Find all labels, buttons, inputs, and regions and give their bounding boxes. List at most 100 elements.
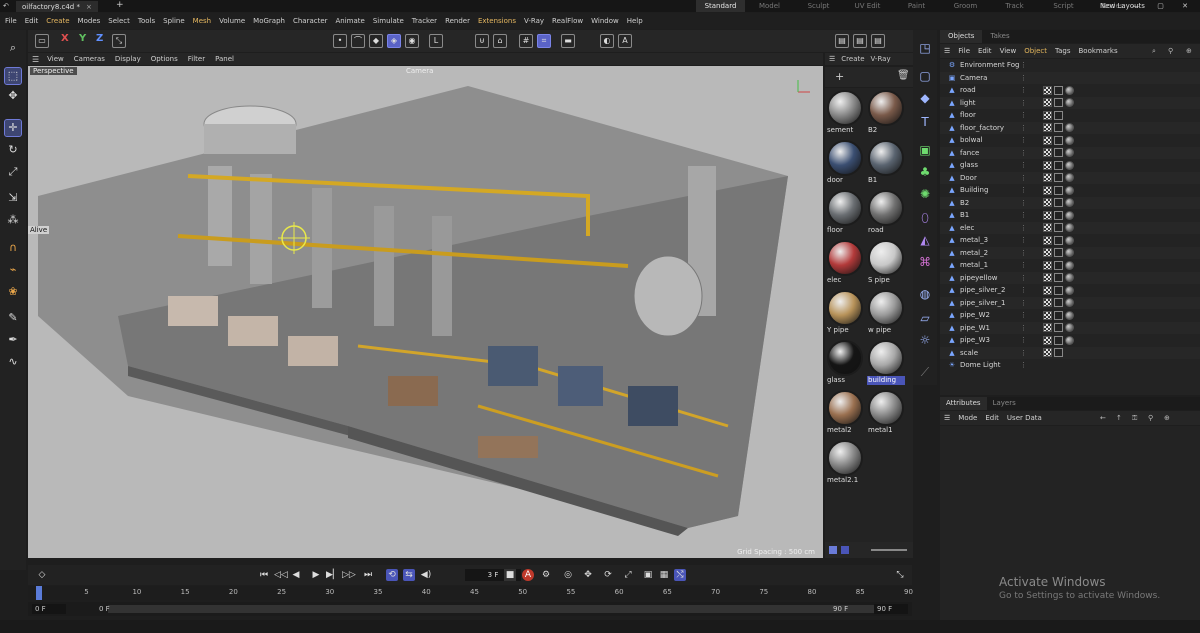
viewport-label[interactable]: Perspective — [30, 67, 77, 75]
vray-icon[interactable]: A — [618, 34, 632, 48]
material-tag-icon[interactable] — [1065, 148, 1074, 158]
menu-select[interactable]: Select — [108, 17, 130, 25]
key-param-icon[interactable]: ▣ — [642, 569, 654, 581]
attributes-filter-icon[interactable]: ⚲ — [1148, 414, 1153, 422]
material-tag-icon[interactable] — [1065, 160, 1074, 170]
attributes-hamburger-icon[interactable]: ☰ — [944, 414, 950, 422]
next-key-icon[interactable]: ▷▷ — [342, 569, 356, 581]
object-row[interactable]: ▲ Building ⋮ — [940, 184, 1200, 197]
snap-toggle-icon[interactable]: ⌗ — [537, 34, 551, 48]
uv-tag-icon[interactable] — [1054, 323, 1063, 333]
model-mode-icon[interactable]: ◈ — [387, 34, 401, 48]
visibility-dots-icon[interactable]: ⋮ — [1020, 224, 1028, 232]
material-swatch[interactable]: elec — [826, 240, 864, 285]
material-tag-icon[interactable] — [1065, 298, 1074, 308]
layout-tab[interactable]: Track — [990, 0, 1039, 12]
menu-mesh[interactable]: Mesh — [193, 17, 211, 25]
range-slider[interactable]: 0 F 90 F — [99, 605, 880, 613]
material-tag-icon[interactable] — [1065, 235, 1074, 245]
uv-tag-icon[interactable] — [1054, 173, 1063, 183]
point-mode-icon[interactable]: • — [333, 34, 347, 48]
object-row[interactable]: ▣ Camera ⋮ — [940, 71, 1200, 84]
object-row[interactable]: ▲ road ⋮ — [940, 84, 1200, 97]
visibility-dots-icon[interactable]: ⋮ — [1020, 211, 1028, 219]
axis-z-toggle[interactable]: Z — [96, 33, 103, 44]
object-row[interactable]: ▲ light ⋮ — [940, 96, 1200, 109]
record-stop-icon[interactable]: ■ — [504, 569, 516, 581]
text-icon[interactable]: T — [917, 114, 933, 130]
visibility-dots-icon[interactable]: ⋮ — [1020, 61, 1028, 69]
uv-tag-icon[interactable] — [1054, 123, 1063, 133]
objects-menu-bookmarks[interactable]: Bookmarks — [1079, 47, 1118, 55]
next-frame-icon[interactable]: ▶▏ — [326, 569, 340, 581]
menu-simulate[interactable]: Simulate — [373, 17, 404, 25]
play-icon[interactable]: ▶ — [310, 569, 322, 581]
timeline-scale-icon[interactable]: ⤡ — [894, 569, 906, 581]
menu-animate[interactable]: Animate — [336, 17, 365, 25]
object-mode-icon[interactable]: ◉ — [405, 34, 419, 48]
uv-tag-icon[interactable] — [1054, 198, 1063, 208]
material-tag-icon[interactable] — [1065, 223, 1074, 233]
window-controls[interactable]: — ▢ ✕ — [1132, 0, 1196, 12]
phong-tag-icon[interactable] — [1043, 198, 1052, 208]
transform-icon[interactable]: ⇲ — [5, 190, 21, 206]
delete-material-icon[interactable]: 🗑 — [897, 70, 910, 81]
viewport-menu-display[interactable]: Display — [115, 55, 141, 63]
object-row[interactable]: ▲ pipe_silver_1 ⋮ — [940, 296, 1200, 309]
tab-attributes[interactable]: Attributes — [940, 397, 987, 410]
material-tag-icon[interactable] — [1065, 123, 1074, 133]
visibility-dots-icon[interactable]: ⋮ — [1020, 174, 1028, 182]
snap-grid-icon[interactable]: # — [519, 34, 533, 48]
visibility-dots-icon[interactable]: ⋮ — [1020, 299, 1028, 307]
material-swatch[interactable]: w pipe — [867, 290, 905, 335]
layout-tab[interactable]: Groom — [941, 0, 990, 12]
visibility-dots-icon[interactable]: ⋮ — [1020, 161, 1028, 169]
floor-icon[interactable]: ▱ — [917, 310, 933, 326]
object-row[interactable]: ▲ elec ⋮ — [940, 221, 1200, 234]
menu-extensions[interactable]: Extensions — [478, 17, 516, 25]
phong-tag-icon[interactable] — [1043, 185, 1052, 195]
visibility-dots-icon[interactable]: ⋮ — [1020, 324, 1028, 332]
material-swatch[interactable]: Y pipe — [826, 290, 864, 335]
layout-tab[interactable]: Sculpt — [794, 0, 843, 12]
visibility-dots-icon[interactable]: ⋮ — [1020, 236, 1028, 244]
visibility-dots-icon[interactable]: ⋮ — [1020, 99, 1028, 107]
material-tag-icon[interactable] — [1065, 260, 1074, 270]
soft-selection-icon[interactable]: ⊍ — [475, 34, 489, 48]
phong-tag-icon[interactable] — [1043, 210, 1052, 220]
visibility-dots-icon[interactable]: ⋮ — [1020, 311, 1028, 319]
layout-tab[interactable]: Paint — [892, 0, 941, 12]
material-tag-icon[interactable] — [1065, 185, 1074, 195]
menu-character[interactable]: Character — [293, 17, 328, 25]
tweak-icon[interactable]: ⌂ — [493, 34, 507, 48]
menu-render[interactable]: Render — [445, 17, 470, 25]
phong-tag-icon[interactable] — [1043, 110, 1052, 120]
material-tag-icon[interactable] — [1065, 135, 1074, 145]
objects-menu-object[interactable]: Object — [1024, 47, 1047, 55]
object-row[interactable]: ▲ floor_factory ⋮ — [940, 121, 1200, 134]
uv-tag-icon[interactable] — [1054, 310, 1063, 320]
attributes-menu-userdata[interactable]: User Data — [1007, 414, 1042, 422]
menu-volume[interactable]: Volume — [219, 17, 245, 25]
effector-icon[interactable]: ◭ — [917, 232, 933, 248]
menu-window[interactable]: Window — [591, 17, 619, 25]
phong-tag-icon[interactable] — [1043, 223, 1052, 233]
close-tab-icon[interactable]: × — [86, 3, 92, 11]
viewport-menu-cameras[interactable]: Cameras — [74, 55, 105, 63]
timeline-ruler[interactable]: 051015202530354045505560657075808590 — [28, 586, 913, 600]
material-swatch[interactable]: glass — [826, 340, 864, 385]
menu-help[interactable]: Help — [627, 17, 643, 25]
visibility-dots-icon[interactable]: ⋮ — [1020, 336, 1028, 344]
objects-hamburger-icon[interactable]: ☰ — [944, 47, 950, 55]
material-tag-icon[interactable] — [1065, 173, 1074, 183]
viewport-menu-panel[interactable]: Panel — [215, 55, 234, 63]
material-tag-icon[interactable] — [1065, 98, 1074, 108]
material-swatch[interactable]: road — [867, 190, 905, 235]
key-scale-icon[interactable]: ⤢ — [622, 569, 634, 581]
material-swatch[interactable]: B2 — [867, 90, 905, 135]
visibility-dots-icon[interactable]: ⋮ — [1020, 136, 1028, 144]
sound-icon[interactable]: ◀) — [420, 569, 432, 581]
clapper-settings-icon[interactable]: ▤ — [871, 34, 885, 48]
key-pla-icon[interactable]: ▦ — [658, 569, 670, 581]
record-icon[interactable]: A — [522, 569, 534, 581]
